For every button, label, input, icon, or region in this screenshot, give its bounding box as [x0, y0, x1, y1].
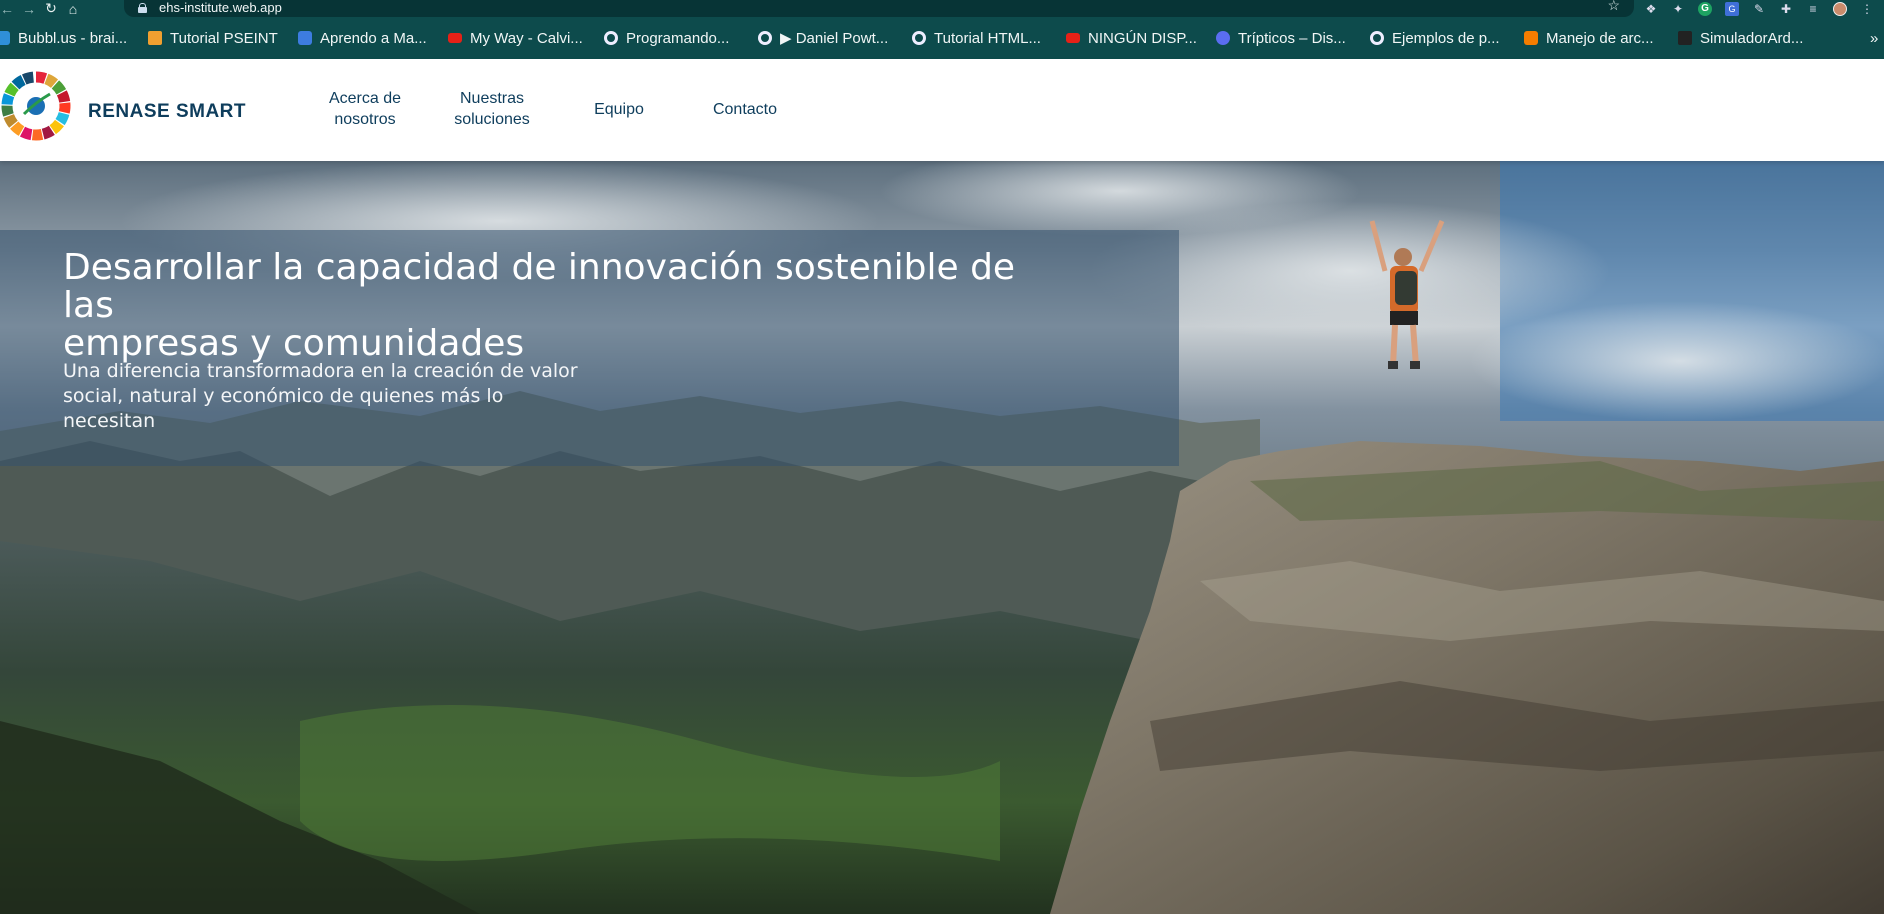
nav-label: Contacto — [712, 101, 778, 118]
hero-subtitle-line: necesitan — [63, 410, 156, 432]
site-header: RENASE SMART Acerca de nosotros Nuestras… — [0, 59, 1884, 161]
bookmarks-overflow-button[interactable]: » — [1870, 17, 1884, 59]
grammarly-icon[interactable]: G — [1698, 1, 1712, 16]
address-bar[interactable]: ehs-institute.web.app ☆ — [124, 0, 1634, 17]
nav-label: soluciones — [454, 111, 530, 128]
bookmark-label: Bubbl.us - brai... — [18, 29, 128, 47]
back-arrow-icon[interactable]: ← — [0, 0, 18, 17]
avatar[interactable] — [1833, 1, 1847, 16]
brand-name[interactable]: RENASE SMART — [88, 101, 246, 123]
nav-contact[interactable]: Contacto — [695, 99, 795, 120]
lock-icon — [138, 2, 147, 13]
reload-icon[interactable]: ↻ — [40, 0, 62, 17]
bookmark-item[interactable]: ▶ Daniel Powt... — [758, 17, 912, 59]
bookmark-label: Trípticos – Dis... — [1238, 29, 1346, 47]
nav-label: Equipo — [594, 101, 644, 118]
hero-title-line: empresas y comunidades — [63, 323, 525, 364]
c-icon — [1216, 31, 1230, 45]
extensions-icon[interactable]: ✚ — [1779, 2, 1793, 16]
hero-section: Desarrollar la capacidad de innovación s… — [0, 161, 1884, 914]
nav-label: nosotros — [334, 111, 396, 128]
puzzle-icon[interactable]: ✦ — [1671, 2, 1685, 16]
bookmark-label: ▶ Daniel Powt... — [780, 30, 889, 47]
bookmark-item[interactable]: Manejo de arc... — [1524, 17, 1678, 59]
bookmark-label: NINGÚN DISP... — [1088, 29, 1197, 47]
bookmark-item[interactable]: Programando... — [604, 17, 758, 59]
forward-arrow-icon[interactable]: → — [18, 0, 40, 17]
url-text: ehs-institute.web.app — [159, 0, 282, 15]
nav-solutions[interactable]: Nuestras soluciones — [442, 88, 542, 130]
globe-icon — [1370, 31, 1384, 45]
bookmark-label: SimuladorArd... — [1700, 29, 1804, 47]
pen-icon[interactable]: ✎ — [1752, 2, 1766, 16]
bookmark-label: Tutorial HTML... — [934, 29, 1041, 47]
sdg-wheel-logo[interactable] — [0, 70, 72, 142]
reading-list-icon[interactable]: ≡ — [1806, 2, 1820, 16]
star-icon[interactable]: ☆ — [1607, 0, 1620, 14]
bookmark-label: Ejemplos de p... — [1392, 29, 1500, 47]
bookmark-item[interactable]: Tutorial PSEINT — [148, 17, 298, 59]
bookmark-item[interactable]: Trípticos – Dis... — [1216, 17, 1370, 59]
globe-icon — [758, 31, 772, 45]
blogger-icon — [1524, 31, 1538, 45]
nav-label: Acerca de — [328, 90, 402, 107]
youtube-icon — [1066, 33, 1080, 43]
bookmark-item[interactable]: Aprendo a Ma... — [298, 17, 448, 59]
hero-subtitle-line: social, natural y económico de quienes m… — [63, 385, 504, 407]
bookmarks-bar: Bubbl.us - brai... Tutorial PSEINT Apren… — [0, 17, 1884, 59]
nav-team[interactable]: Equipo — [569, 99, 669, 120]
pseint-icon — [148, 31, 162, 45]
globe-icon — [912, 31, 926, 45]
hero-title-line: Desarrollar la capacidad de innovación s… — [63, 247, 1016, 326]
menu-dots-icon[interactable]: ⋮ — [1860, 2, 1874, 16]
hero-title: Desarrollar la capacidad de innovación s… — [63, 249, 1063, 363]
hero-subtitle-line: Una diferencia transformadora en la crea… — [63, 360, 578, 382]
car-icon — [298, 31, 312, 45]
home-icon[interactable]: ⌂ — [62, 0, 84, 17]
bookmark-label: Tutorial PSEINT — [170, 29, 278, 47]
bookmark-item[interactable]: SimuladorArd... — [1678, 17, 1868, 59]
nav-about-us[interactable]: Acerca de nosotros — [315, 88, 415, 130]
translate-icon[interactable]: G — [1725, 1, 1739, 16]
bookmark-item[interactable]: Ejemplos de p... — [1370, 17, 1524, 59]
bookmark-label: My Way - Calvi... — [470, 29, 583, 47]
overflow-label: » — [1870, 29, 1879, 47]
bookmark-label: Programando... — [626, 29, 730, 47]
youtube-icon — [448, 33, 462, 43]
bookmark-item[interactable]: Bubbl.us - brai... — [0, 17, 148, 59]
bookmark-item[interactable]: NINGÚN DISP... — [1066, 17, 1216, 59]
sim-icon — [1678, 31, 1692, 45]
bubbl-icon — [0, 31, 10, 45]
bookmark-item[interactable]: Tutorial HTML... — [912, 17, 1066, 59]
hero-subtitle: Una diferencia transformadora en la crea… — [63, 359, 643, 434]
nav-label: Nuestras — [459, 90, 525, 107]
bookmark-label: Aprendo a Ma... — [320, 29, 427, 47]
bookmark-item[interactable]: My Way - Calvi... — [448, 17, 604, 59]
browser-toolbar: ← → ↻ ⌂ ehs-institute.web.app ☆ ❖ ✦ G G … — [0, 0, 1884, 17]
globe-icon — [604, 31, 618, 45]
dropbox-icon[interactable]: ❖ — [1644, 2, 1658, 16]
bookmark-label: Manejo de arc... — [1546, 29, 1654, 47]
